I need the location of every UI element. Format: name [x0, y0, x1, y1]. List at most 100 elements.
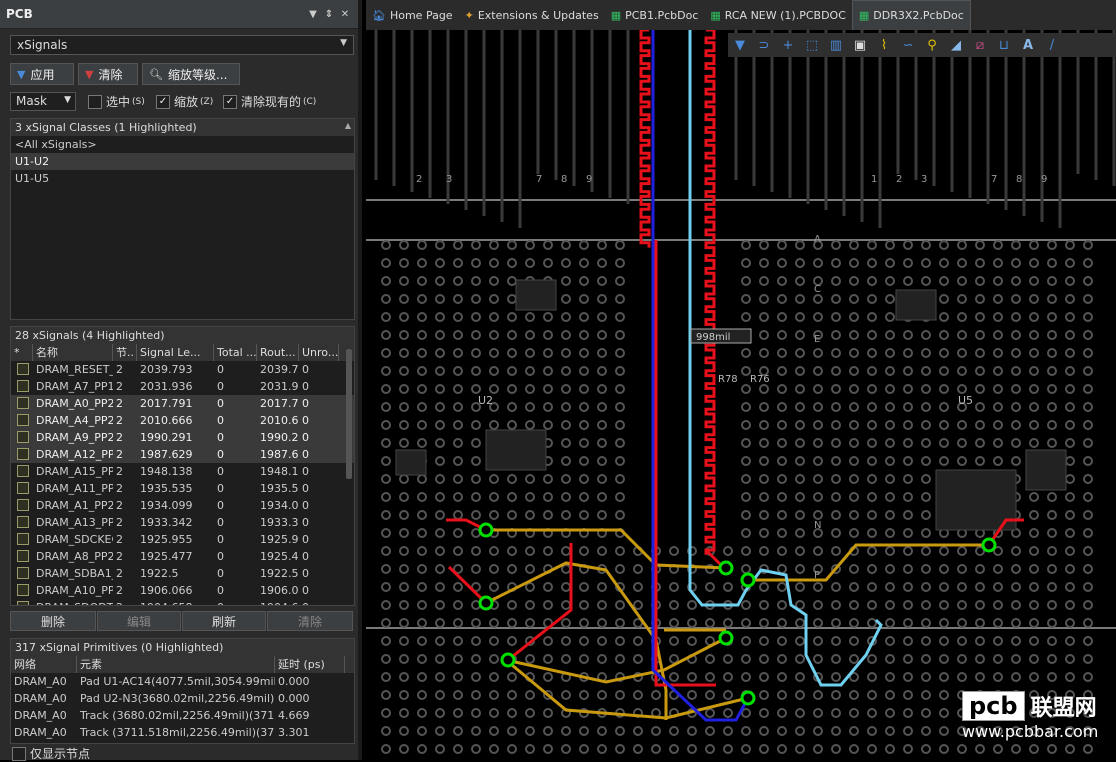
tab-pcb1-pcbdoc[interactable]: ▦ PCB1.PcbDoc: [605, 0, 705, 30]
via: [1065, 492, 1075, 502]
zoom-level-button[interactable]: 🔍︎ 缩放等级...: [142, 63, 240, 85]
signal-row[interactable]: DRAM_SDCKEC21925.95501925.950: [11, 531, 354, 548]
primitive-row[interactable]: DRAM_A0 Pad U2-N3(3680.02mil,2256.49mil) …: [11, 690, 354, 707]
signal-row[interactable]: DRAM_A15_PP21948.13801948.130: [11, 463, 354, 480]
via: [1083, 474, 1093, 484]
dimension-icon[interactable]: ⧄: [968, 38, 992, 53]
mask-select[interactable]: Mask ▼: [10, 92, 76, 111]
class-item[interactable]: U1-U2: [11, 153, 354, 170]
checkbox-zoom-box[interactable]: ✓: [156, 94, 170, 109]
mode-select[interactable]: xSignals ▼: [10, 35, 354, 55]
apply-button[interactable]: ▼ 应用: [10, 63, 74, 85]
via: [561, 744, 571, 754]
class-item[interactable]: U1-U5: [11, 170, 354, 187]
class-item[interactable]: <All xSignals>: [11, 136, 354, 153]
signal-row[interactable]: DRAM_A12_PP21987.62901987.620: [11, 446, 354, 463]
filter-icon[interactable]: ▼: [728, 38, 752, 53]
via: [885, 348, 895, 358]
add-icon[interactable]: +: [776, 38, 800, 53]
col-header-nodes[interactable]: 节..: [113, 344, 137, 361]
signal-row[interactable]: DRAM_A0_PP222017.79102017.790: [11, 395, 354, 412]
primitive-row[interactable]: DRAM_A0 Track (3711.518mil,2256.49mil)(37…: [11, 724, 354, 741]
tab-ddr3x2-pcbdoc[interactable]: ▦ DDR3X2.PcbDoc: [851, 0, 971, 30]
panel-menu-icon[interactable]: ▼: [306, 9, 320, 20]
col-header-routed[interactable]: Rout...: [257, 344, 299, 361]
via: [705, 726, 715, 736]
signal-total: 0: [217, 550, 224, 563]
via: [885, 582, 895, 592]
checkbox-only-nodes-box[interactable]: [12, 746, 26, 761]
via: [1065, 312, 1075, 322]
refresh-button[interactable]: 刷新: [182, 611, 266, 631]
via: [741, 600, 751, 610]
via: [903, 690, 913, 700]
via: [417, 348, 427, 358]
via: [759, 258, 769, 268]
checkbox-clear-existing-box[interactable]: ✓: [223, 94, 237, 109]
interactive-route-icon[interactable]: ∽: [896, 38, 920, 53]
via: [417, 582, 427, 592]
route-icon[interactable]: ⌇: [872, 38, 896, 53]
signal-row[interactable]: DRAM_SDBA1_ 2 1922.5 0 1922.5 0: [11, 565, 354, 582]
via: [543, 654, 553, 664]
select-rect-icon[interactable]: ⬚: [800, 38, 824, 53]
col-header-unrouted[interactable]: Unro...: [299, 344, 339, 361]
select-checkbox[interactable]: 选中 (S): [88, 93, 145, 110]
line-icon[interactable]: /: [1040, 38, 1064, 53]
signal-total: 0: [217, 380, 224, 393]
delete-button[interactable]: 删除: [10, 611, 96, 631]
signal-row[interactable]: DRAM_A10_PP21906.06601906.060: [11, 582, 354, 599]
signal-row[interactable]: DRAM_A13_PP21933.34201933.340: [11, 514, 354, 531]
scroll-up-icon[interactable]: ▲: [345, 121, 351, 130]
only-nodes-checkbox[interactable]: 仅显示节点: [12, 745, 90, 762]
primitive-row[interactable]: DRAM_A0 Track (3680.02mil,2256.49mil)(371…: [11, 707, 354, 724]
measure-icon[interactable]: ⊔: [992, 38, 1016, 53]
col-header-star[interactable]: *: [11, 344, 33, 361]
via: [489, 294, 499, 304]
signal-row[interactable]: DRAM_A9_PP221990.29101990.290: [11, 429, 354, 446]
col-header-total[interactable]: Total ...: [214, 344, 257, 361]
col-header-delay[interactable]: 延时 (ps): [275, 656, 345, 673]
via: [867, 348, 877, 358]
clear-existing-checkbox[interactable]: ✓ 清除现有的 (C): [223, 93, 316, 110]
pcb-canvas[interactable]: U2 U5 998mil R78 R76 2 3 7 8 9 1 2 3 7 8 9 A C E N P: [366, 30, 1116, 760]
signal-row[interactable]: DRAM_A7_PP122031.93602031.930: [11, 378, 354, 395]
panel-close-icon[interactable]: ✕: [338, 9, 352, 20]
primitive-element: Track (3680.02mil,2256.49mil)(3711.518: [80, 709, 275, 722]
pin-icon[interactable]: ⚲: [920, 38, 944, 53]
magnet-icon[interactable]: ⊃: [752, 38, 776, 53]
checkbox-select-box[interactable]: [88, 94, 102, 109]
via: [597, 654, 607, 664]
zoom-checkbox[interactable]: ✓ 缩放 (Z): [156, 93, 213, 110]
via: [1029, 582, 1039, 592]
via: [399, 726, 409, 736]
clear-list-button[interactable]: 清除: [267, 611, 353, 631]
panel-pin-icon[interactable]: ⇕: [322, 9, 336, 20]
signal-row[interactable]: DRAM_A11_PP21935.53501935.530: [11, 480, 354, 497]
signal-row[interactable]: DRAM_A4_PP222010.66602010.660: [11, 412, 354, 429]
text-icon[interactable]: A: [1016, 38, 1040, 53]
tab-home-page[interactable]: 🏠︎ Home Page: [366, 0, 459, 30]
tab-extensions-updates[interactable]: ✦ Extensions & Updates: [459, 0, 605, 30]
edit-button[interactable]: 编辑: [97, 611, 181, 631]
via: [417, 366, 427, 376]
col-header-name[interactable]: 名称: [33, 344, 113, 361]
signal-row[interactable]: DRAM_RESET_22039.79302039.790: [11, 361, 354, 378]
bar-chart-icon[interactable]: ▥: [824, 38, 848, 53]
component-icon[interactable]: ▣: [848, 38, 872, 53]
signal-row[interactable]: DRAM_A8_PP221925.47701925.470: [11, 548, 354, 565]
col-header-signal-length[interactable]: Signal Le...: [137, 344, 214, 361]
clear-button[interactable]: ▼ 清除: [78, 63, 138, 85]
primitive-row[interactable]: DRAM_A0 Pad U1-AC14(4077.5mil,3054.99mil)…: [11, 673, 354, 690]
via: [975, 654, 985, 664]
signal-row[interactable]: DRAM_A1_PP221934.09901934.090: [11, 497, 354, 514]
via: [417, 654, 427, 664]
col-header-net[interactable]: 网络: [11, 656, 77, 673]
via: [777, 312, 787, 322]
col-header-element[interactable]: 元素: [77, 656, 275, 673]
tab-rca-new-1-pcbdoc[interactable]: ▦ RCA NEW (1).PCBDOC: [704, 0, 852, 30]
via: [849, 744, 859, 754]
signal-row[interactable]: DRAM_SDODT_21904.65801904.650: [11, 599, 354, 605]
signals-scrollbar[interactable]: [346, 349, 352, 479]
polygon-icon[interactable]: ◢: [944, 38, 968, 53]
